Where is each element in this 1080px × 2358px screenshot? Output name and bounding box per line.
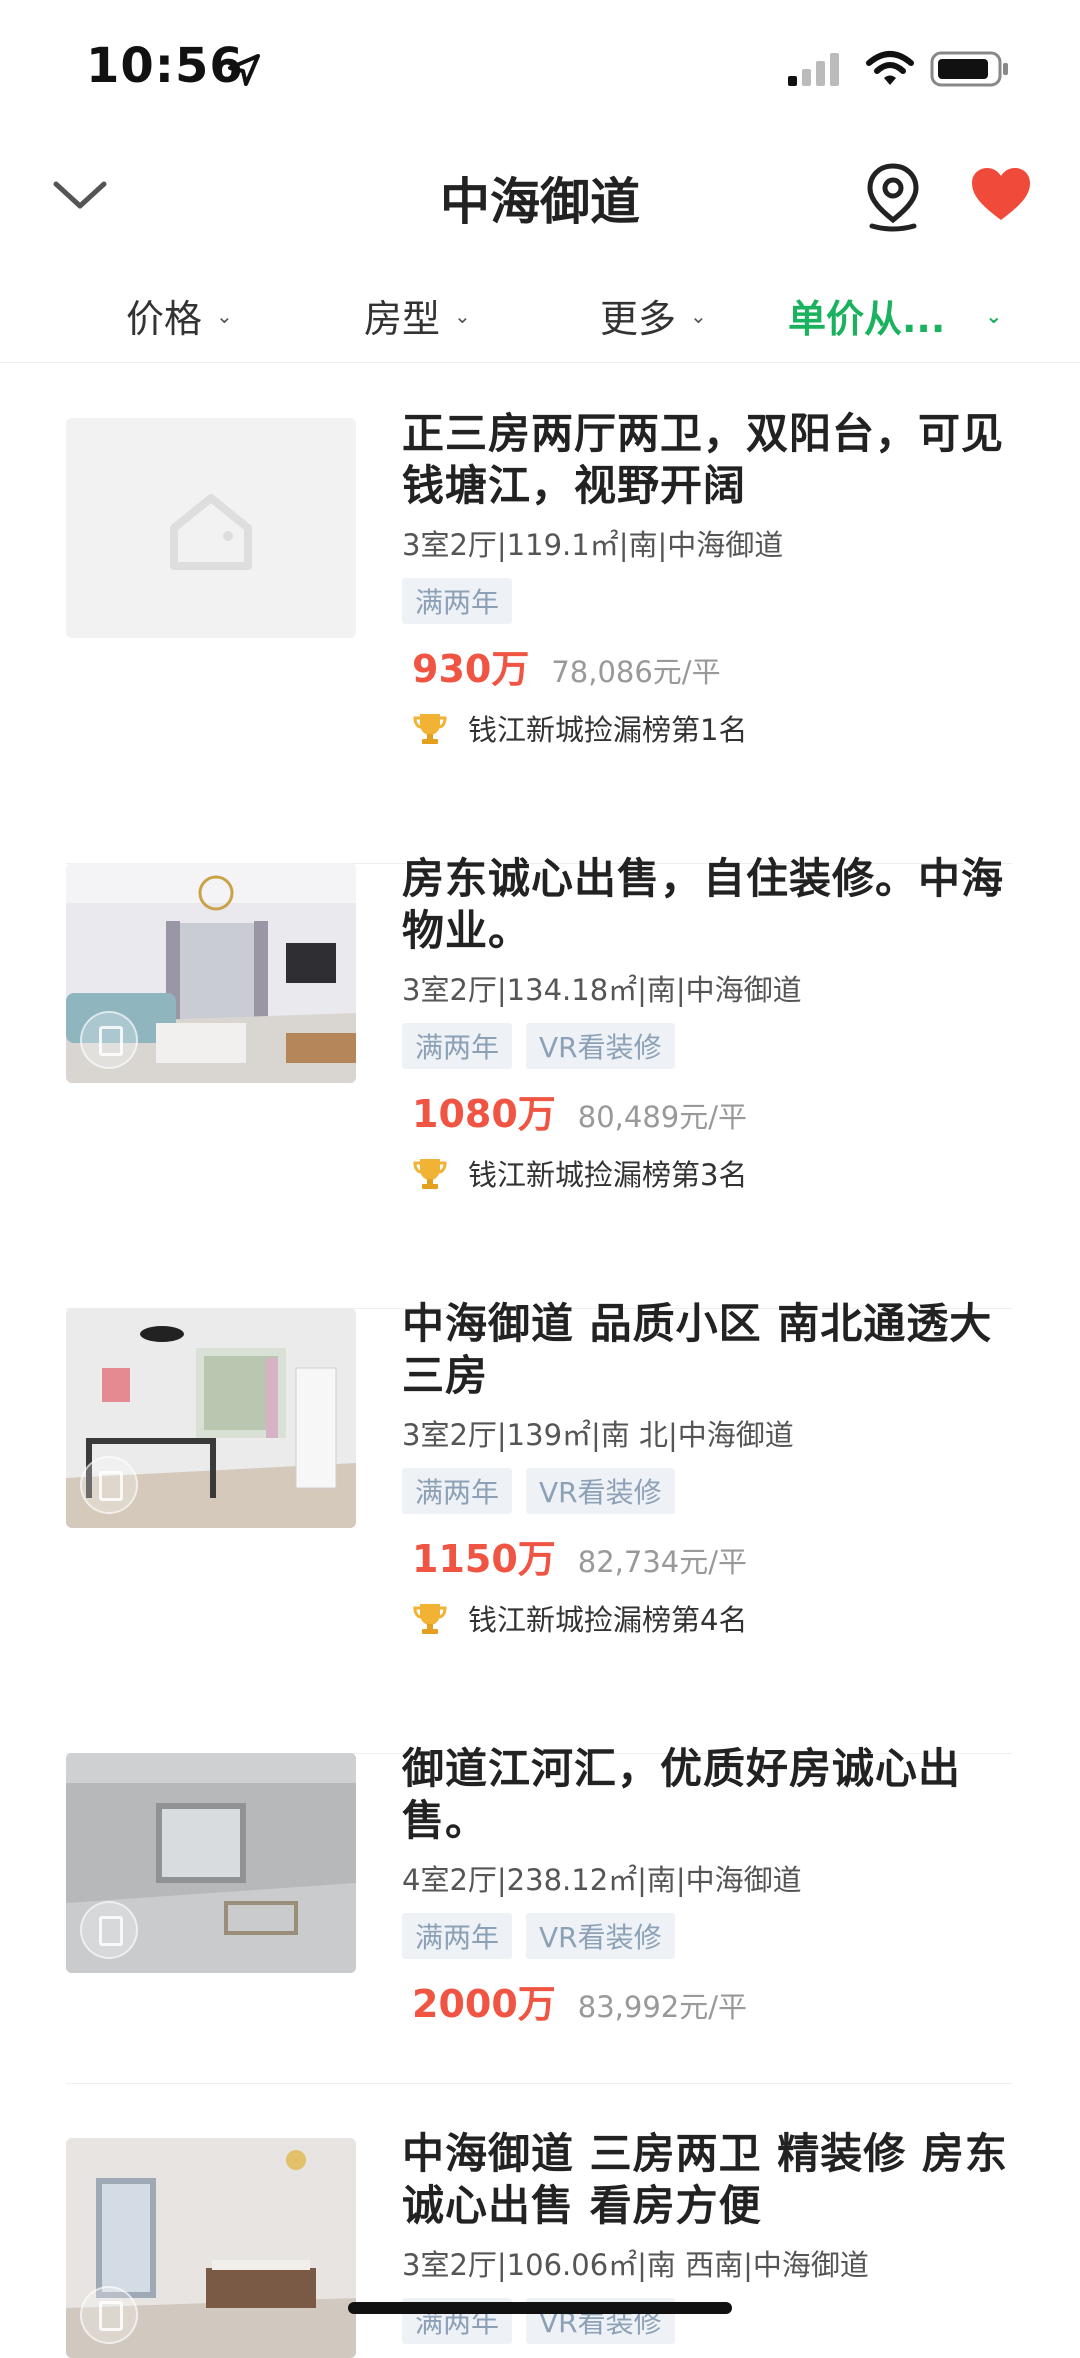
listing-title: 御道江河汇，优质好房诚心出售。 (402, 1744, 962, 1845)
listing-meta: 4室2厅|238.12㎡|南|中海御道 (402, 1863, 802, 1897)
filter-sort-label: 单价从... (788, 297, 946, 341)
cellular-signal-icon (788, 53, 839, 86)
total-price: 1080万 (412, 1092, 556, 1136)
battery-icon (930, 51, 1008, 87)
listing-meta: 3室2厅|119.1㎡|南|中海御道 (402, 528, 784, 562)
listing-title: 中海御道 品质小区 南北通透大三房 (402, 1299, 993, 1400)
trophy-icon (413, 714, 447, 744)
tag: 满两年 (402, 1023, 513, 1069)
rank-row[interactable]: 钱江新城捡漏榜第1名 (402, 707, 1012, 749)
filter-bar: 价格 ⌄ 房型 ⌄ 更多 ⌄ 单价从... ⌄ (0, 270, 1080, 363)
caret-down-icon: ⌄ (454, 303, 471, 328)
rank-label: 钱江新城捡漏榜第1名 (468, 713, 748, 747)
trophy-icon (413, 1159, 447, 1189)
unit-price: 82,734元/平 (577, 1545, 748, 1579)
listing-tags: 满两年 (402, 578, 1012, 624)
vr-badge-icon (80, 1901, 138, 1959)
price-row: 1150万 82,734元/平 (402, 1528, 1012, 1583)
rank-label: 钱江新城捡漏榜第4名 (468, 1603, 748, 1637)
filter-layout-label: 房型 (364, 297, 441, 341)
unit-price: 80,489元/平 (577, 1100, 748, 1134)
listing-tags: 满两年 VR看装修 (402, 1468, 1012, 1514)
tag: 满两年 (402, 1468, 513, 1514)
price-row: 2000万 83,992元/平 (402, 1973, 1012, 2028)
status-time: 10:56 (86, 38, 244, 94)
filter-more-label: 更多 (600, 297, 677, 341)
listing-thumbnail (66, 1753, 356, 1973)
tag: 满两年 (402, 1913, 513, 1959)
vr-badge-icon (80, 1456, 138, 1514)
listing-info: 正三房两厅两卫，双阳台，可见钱塘江，视野开阔 3室2厅|119.1㎡|南|中海御… (402, 408, 1012, 749)
listing-info: 中海御道 品质小区 南北通透大三房 3室2厅|139㎡|南 北|中海御道 满两年… (402, 1298, 1012, 1639)
listing-title: 中海御道 三房两卫 精装修 房东诚心出售 看房方便 (402, 2129, 1008, 2230)
listing-meta: 3室2厅|139㎡|南 北|中海御道 (402, 1418, 794, 1452)
vr-badge-icon (80, 1011, 138, 1069)
caret-down-icon: ⌄ (985, 303, 1003, 328)
listing-item[interactable]: 中海御道 品质小区 南北通透大三房 3室2厅|139㎡|南 北|中海御道 满两年… (66, 1299, 1012, 1754)
house-placeholder-icon (170, 494, 252, 570)
vr-badge-icon (80, 2286, 138, 2344)
listing-tags: 满两年 VR看装修 (402, 1023, 1012, 1069)
listing-item[interactable]: 正三房两厅两卫，双阳台，可见钱塘江，视野开阔 3室2厅|119.1㎡|南|中海御… (66, 409, 1012, 864)
filter-price-label: 价格 (126, 297, 203, 341)
filter-price[interactable]: 价格 ⌄ (126, 288, 233, 343)
listing-item[interactable]: 房东诚心出售，自住装修。中海物业。 3室2厅|134.18㎡|南|中海御道 满两… (66, 854, 1012, 1309)
trophy-icon (413, 1604, 447, 1634)
tag: 满两年 (402, 578, 513, 624)
listing-thumbnail (66, 863, 356, 1083)
price-row: 930万 78,086元/平 (402, 638, 1012, 693)
listing-info: 房东诚心出售，自住装修。中海物业。 3室2厅|134.18㎡|南|中海御道 满两… (402, 853, 1012, 1194)
rank-row[interactable]: 钱江新城捡漏榜第3名 (402, 1152, 1012, 1194)
total-price: 1150万 (412, 1537, 556, 1581)
price-row: 1080万 80,489元/平 (402, 1083, 1012, 1138)
caret-down-icon: ⌄ (216, 303, 233, 328)
filter-more[interactable]: 更多 ⌄ (600, 288, 707, 343)
listing-item[interactable]: 御道江河汇，优质好房诚心出售。 4室2厅|238.12㎡|南|中海御道 满两年 V… (66, 1744, 1012, 2084)
tag: VR看装修 (526, 1023, 675, 1069)
caret-down-icon: ⌄ (690, 303, 707, 328)
listing-title: 房东诚心出售，自住装修。中海物业。 (402, 854, 1005, 955)
unit-price: 78,086元/平 (551, 655, 721, 689)
rank-label: 钱江新城捡漏榜第3名 (468, 1158, 748, 1192)
listing-meta: 3室2厅|106.06㎡|南 西南|中海御道 (402, 2248, 869, 2282)
filter-unit-price-sort[interactable]: 单价从... ⌄ (788, 288, 1002, 343)
listing-thumbnail (66, 1308, 356, 1528)
listing-info: 御道江河汇，优质好房诚心出售。 4室2厅|238.12㎡|南|中海御道 满两年 V… (402, 1743, 1012, 2028)
rank-row[interactable]: 钱江新城捡漏榜第4名 (402, 1597, 1012, 1639)
home-indicator[interactable] (348, 2302, 732, 2314)
total-price: 2000万 (412, 1982, 556, 2026)
listing-thumbnail-placeholder (66, 418, 356, 638)
listing-tags: 满两年 VR看装修 (402, 1913, 1012, 1959)
tag: VR看装修 (526, 1913, 675, 1959)
wifi-icon (866, 51, 914, 85)
unit-price: 83,992元/平 (577, 1990, 748, 2024)
navigation-bar: 中海御道 (0, 140, 1080, 250)
tag: VR看装修 (526, 1468, 675, 1514)
filter-layout[interactable]: 房型 ⌄ (364, 288, 471, 343)
listing-title: 正三房两厅两卫，双阳台，可见钱塘江，视野开阔 (402, 409, 1005, 510)
listing-thumbnail (66, 2138, 356, 2358)
status-bar: 10:56 (0, 0, 1080, 140)
total-price: 930万 (412, 647, 530, 691)
map-location-icon[interactable] (862, 160, 924, 232)
listing-item[interactable]: 中海御道 三房两卫 精装修 房东诚心出售 看房方便 3室2厅|106.06㎡|南… (66, 2129, 1012, 2358)
location-arrow-icon (228, 54, 260, 86)
listing-meta: 3室2厅|134.18㎡|南|中海御道 (402, 973, 802, 1007)
favorite-heart-icon[interactable] (968, 164, 1034, 224)
